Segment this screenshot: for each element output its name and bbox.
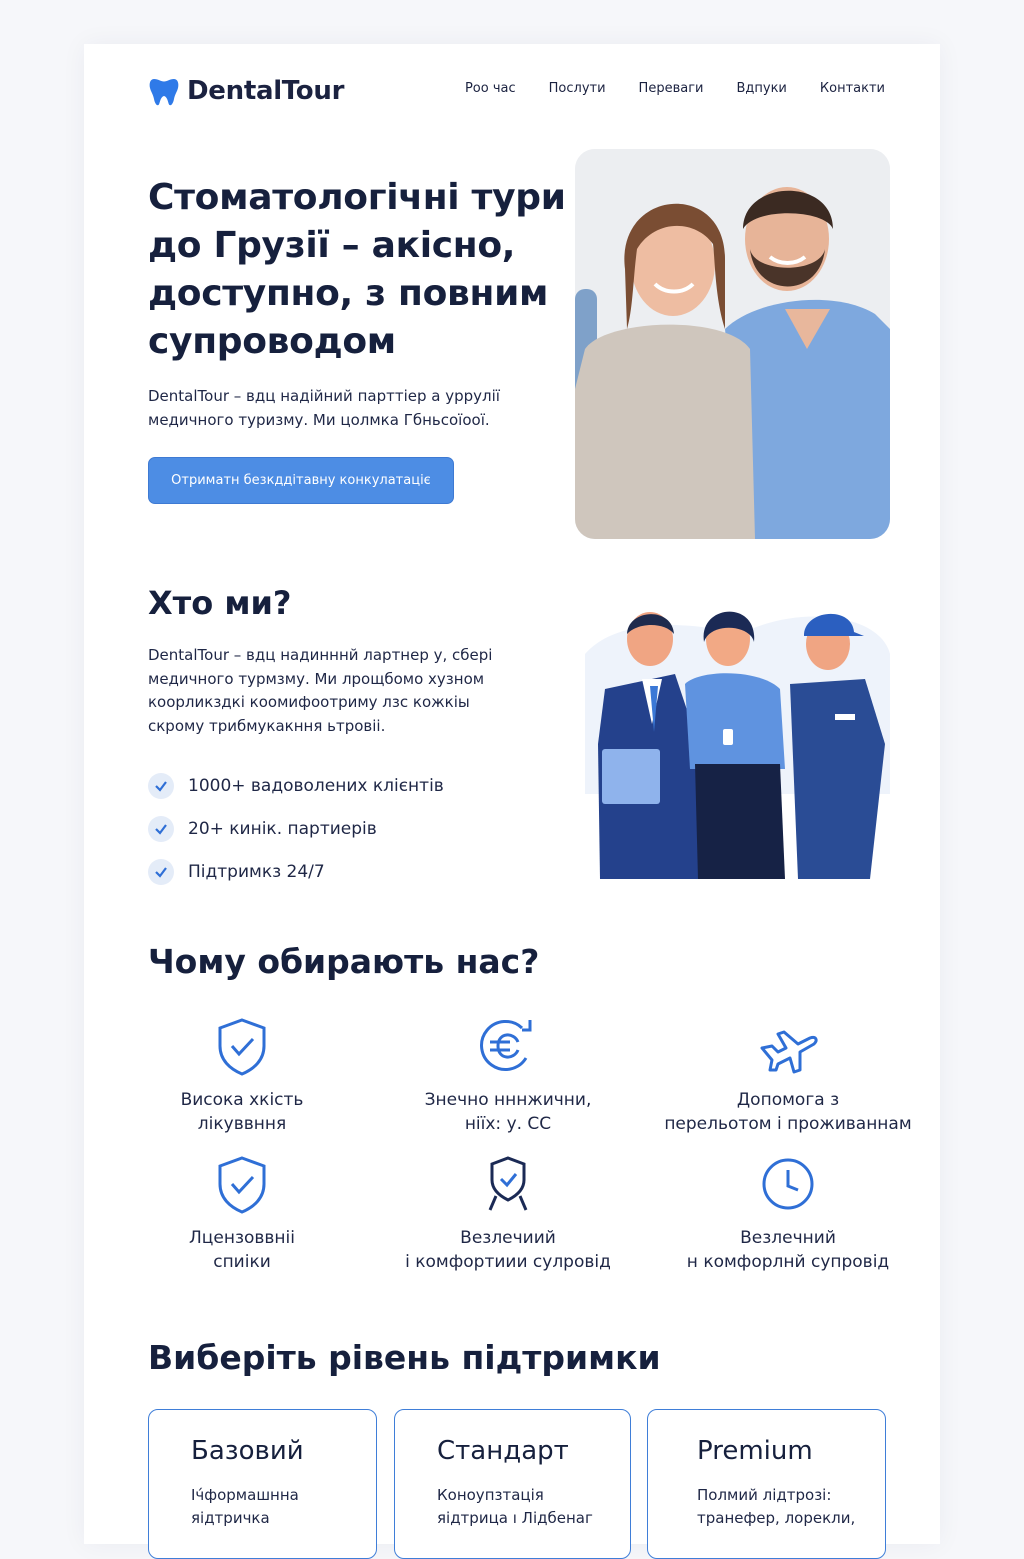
feature-item: Висока хкість лікуввння (112, 1014, 372, 1136)
checklist-label: 1000+ вадоволених клієнтів (188, 775, 444, 796)
plans-title: Виберіть рівень підтримки (148, 1338, 661, 1377)
feature-item: Везлечний н комфорлнй супровід (658, 1152, 918, 1274)
plan-name: Стандарт (437, 1436, 569, 1466)
plan-name: Premium (697, 1436, 813, 1466)
check-icon (148, 858, 174, 885)
tooth-icon (149, 79, 179, 106)
shield-check-icon (218, 1156, 266, 1214)
couple-photo-illustration (575, 149, 890, 539)
feature-label: Допомога з перельотом і проживаннам (664, 1090, 912, 1134)
feature-item: Допомога з перельотом і проживаннам (658, 1014, 918, 1136)
feature-item: Везлечиий і комфортиии сулровід (378, 1152, 638, 1274)
feature-label: Везлечний н комфорлнй супровід (686, 1228, 890, 1272)
consultation-button[interactable]: Отриматн безкддітавну конкулатаціє (148, 457, 454, 504)
check-icon (148, 772, 174, 799)
main-nav: Роо час Послути Переваги Вдпуки Контакти (465, 81, 885, 96)
badge-shield-icon (488, 1156, 528, 1211)
plan-name: Базовий (191, 1436, 304, 1466)
checklist-item: 20+ кинік. партиерів (148, 807, 444, 850)
shield-check-icon (218, 1018, 266, 1076)
plan-card-standard[interactable]: Стандарт Коноупзтація яідтрица ı Лідбена… (394, 1409, 631, 1559)
feature-label: Знечно нннжични, ніїх: у. СС (424, 1090, 592, 1134)
plan-description: Коноупзтація яідтрица ı Лідбенаг (437, 1486, 593, 1527)
checklist-label: Підтримкз 24/7 (188, 861, 325, 882)
hero-title: Стоматологічні тури до Грузії – акісно, … (148, 177, 566, 362)
about-checklist: 1000+ вадоволених клієнтів 20+ кинік. па… (148, 764, 444, 893)
landing-page: DentalTour Роо час Послути Переваги Вдпу… (84, 44, 940, 1559)
euro-exchange-icon (480, 1020, 532, 1071)
check-icon (148, 815, 174, 842)
feature-item: Лцензоввніі спиіки (112, 1152, 372, 1274)
hero-subtitle: DentalTour – вдц надійний парттіер а урр… (148, 387, 500, 429)
hero-photo (575, 149, 890, 539)
checklist-item: Підтримкз 24/7 (148, 850, 444, 893)
nav-item-contacts[interactable]: Контакти (820, 81, 885, 96)
plan-card-basic[interactable]: Базовий Іч́формашнна яідтричка (148, 1409, 377, 1559)
checklist-item: 1000+ вадоволених клієнтів (148, 764, 444, 807)
plan-card-premium[interactable]: Premium Полмий лідтрозі: транефер, лорек… (647, 1409, 886, 1559)
why-title: Чому обирають нас? (148, 942, 540, 981)
clock-icon (762, 1158, 814, 1210)
logo-text: DentalTour (187, 76, 345, 106)
logo[interactable]: DentalTour (148, 75, 344, 107)
nav-item-reviews[interactable]: Вдпуки (736, 81, 786, 96)
feature-label: Висока хкість лікуввння (180, 1090, 304, 1134)
checklist-label: 20+ кинік. партиерів (188, 818, 377, 839)
nav-item-services[interactable]: Послути (549, 81, 606, 96)
nav-item-schedule[interactable]: Роо час (465, 81, 516, 96)
airplane-icon (760, 1030, 818, 1074)
about-title: Хто ми? (148, 584, 292, 622)
about-text: DentalTour – вдц надинннй лартнер у, сбе… (148, 646, 493, 735)
feature-item: Знечно нннжични, ніїх: у. СС (378, 1014, 638, 1136)
plan-description: Полмий лідтрозі: транефер, лорекли, (697, 1486, 856, 1527)
team-illustration (585, 611, 890, 879)
plan-description: Іч́формашнна яідтричка (191, 1486, 299, 1527)
nav-item-advantages[interactable]: Переваги (639, 81, 704, 96)
feature-label: Лцензоввніі спиіки (189, 1228, 295, 1272)
feature-label: Везлечиий і комфортиии сулровід (405, 1228, 611, 1272)
